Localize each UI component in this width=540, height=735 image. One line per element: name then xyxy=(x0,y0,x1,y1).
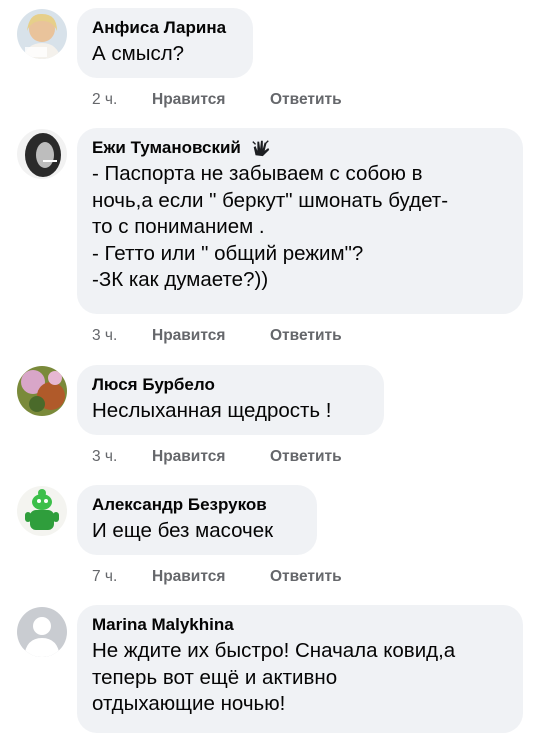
comment-bubble: Ежи Тумановский - Паспорта не забываем с… xyxy=(77,128,523,314)
comment-author[interactable]: Анфиса Ларина xyxy=(92,17,238,39)
profile-photo-icon xyxy=(17,129,67,179)
reply-button[interactable]: Ответить xyxy=(270,91,342,109)
comment-actions: 7 ч. Нравится Ответить xyxy=(92,568,342,586)
like-button[interactable]: Нравится xyxy=(152,327,270,345)
reply-button[interactable]: Ответить xyxy=(270,448,342,466)
comment-text: Неслыханная щедрость ! xyxy=(92,399,332,422)
reply-button[interactable]: Ответить xyxy=(270,327,342,345)
profile-photo-icon xyxy=(17,9,67,59)
comment-actions: 3 ч. Нравится Ответить xyxy=(92,448,342,466)
avatar[interactable] xyxy=(17,486,67,536)
comment-text: Не ждите их быстро! Сначала ковид,а тепе… xyxy=(92,639,456,715)
comment-time[interactable]: 7 ч. xyxy=(92,568,152,586)
comment-author[interactable]: Люся Бурбело xyxy=(92,374,369,396)
like-button[interactable]: Нравится xyxy=(152,448,270,466)
comment-actions: 2 ч. Нравится Ответить xyxy=(92,91,342,109)
comment-bubble: Люся Бурбело Неслыханная щедрость ! xyxy=(77,365,384,435)
comment-text: А смысл? xyxy=(92,42,185,65)
comment-bubble: Анфиса Ларина А смысл? xyxy=(77,8,253,78)
reply-button[interactable]: Ответить xyxy=(270,568,342,586)
comment-author[interactable]: Александр Безруков xyxy=(92,494,302,516)
comment-actions: 3 ч. Нравится Ответить xyxy=(92,327,342,345)
like-button[interactable]: Нравится xyxy=(152,568,270,586)
top-fan-hand-icon xyxy=(249,137,273,159)
comment-text: И еще без масочек xyxy=(92,519,274,542)
comment-time[interactable]: 2 ч. xyxy=(92,91,152,109)
comment-bubble: Александр Безруков И еще без масочек xyxy=(77,485,317,555)
like-button[interactable]: Нравится xyxy=(152,91,270,109)
comment-time[interactable]: 3 ч. xyxy=(92,327,152,345)
avatar[interactable] xyxy=(17,129,67,179)
comment-time[interactable]: 3 ч. xyxy=(92,448,152,466)
comment-author[interactable]: Marina Malykhina xyxy=(92,614,508,636)
comment-text: - Паспорта не забываем с собою в ночь,а … xyxy=(92,162,449,291)
comment-bubble: Marina Malykhina Не ждите их быстро! Сна… xyxy=(77,605,523,733)
avatar[interactable] xyxy=(17,366,67,416)
default-avatar-icon xyxy=(17,607,67,657)
profile-photo-icon xyxy=(17,366,67,416)
avatar[interactable] xyxy=(17,9,67,59)
profile-photo-icon xyxy=(17,486,67,536)
comment-author[interactable]: Ежи Тумановский xyxy=(92,137,508,159)
avatar[interactable] xyxy=(17,607,67,657)
